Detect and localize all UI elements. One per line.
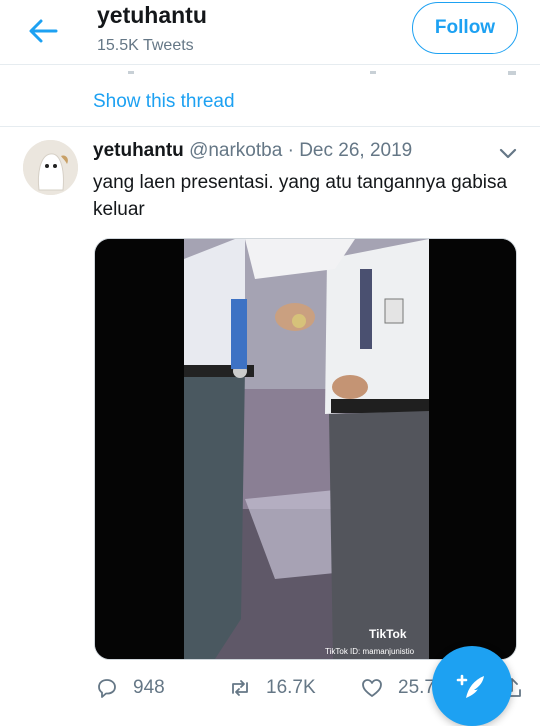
- tweet-text: yang laen presentasi. yang atu tangannya…: [93, 172, 508, 220]
- reply-count: 948: [133, 677, 165, 698]
- chevron-down-icon[interactable]: [497, 144, 519, 164]
- meta-separator: ·: [287, 140, 294, 161]
- tweet-meta: yetuhantu @narkotba · Dec 26, 2019: [93, 140, 412, 162]
- user-handle[interactable]: @narkotba: [189, 140, 282, 161]
- tweet-date[interactable]: Dec 26, 2019: [299, 140, 412, 161]
- profile-header: yetuhantu 15.5K Tweets Follow: [0, 0, 540, 65]
- tiktok-watermark-logo: TikTok: [369, 627, 407, 641]
- show-thread-link[interactable]: Show this thread: [93, 91, 235, 113]
- compose-tweet-button[interactable]: [432, 646, 512, 726]
- tiktok-watermark-id: TikTok ID: mamanjunistio: [325, 647, 415, 656]
- header-title: yetuhantu: [97, 2, 207, 28]
- tweet-count: 15.5K Tweets: [97, 37, 194, 54]
- back-arrow-icon[interactable]: [26, 14, 60, 48]
- display-name[interactable]: yetuhantu: [93, 140, 184, 161]
- avatar[interactable]: [23, 140, 78, 195]
- follow-button[interactable]: Follow: [412, 2, 518, 54]
- video-frame: [95, 239, 516, 659]
- reply-icon: [98, 679, 116, 698]
- retweet-icon: [232, 680, 248, 696]
- reply-button[interactable]: 948: [95, 676, 165, 700]
- tweet-video[interactable]: TikTok TikTok ID: mamanjunistio: [94, 238, 517, 660]
- like-icon: [362, 679, 382, 697]
- divider: [0, 126, 540, 127]
- compose-tweet-icon: [456, 674, 484, 698]
- retweet-count: 16.7K: [266, 677, 316, 698]
- retweet-button[interactable]: 16.7K: [228, 676, 316, 700]
